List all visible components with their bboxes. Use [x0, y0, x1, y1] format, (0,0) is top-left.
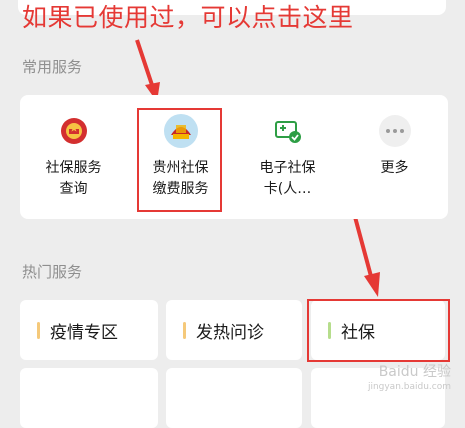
more-icon	[377, 113, 413, 149]
hot-service-label: 疫情专区	[50, 322, 118, 343]
service-more[interactable]: 更多	[341, 95, 448, 219]
hot-services-title: 热门服务	[22, 263, 83, 281]
accent-bar	[37, 321, 40, 339]
next-row-card	[166, 368, 302, 428]
hot-service-epidemic[interactable]: 疫情专区	[20, 300, 158, 360]
hot-service-label: 发热问诊	[196, 322, 264, 343]
hot-service-fever-consult[interactable]: 发热问诊	[166, 300, 302, 360]
hot-service-social-security[interactable]: 社保	[311, 300, 445, 360]
watermark-url: jingyan.baidu.com	[367, 382, 451, 392]
service-label: 电子社保 卡(人…	[259, 160, 316, 197]
service-social-security-query[interactable]: 社保服务 查询	[20, 95, 127, 219]
common-services-title: 常用服务	[22, 58, 83, 76]
guizhou-social-security-logo-icon	[163, 113, 199, 149]
national-emblem-icon	[56, 113, 92, 149]
service-label: 更多	[380, 160, 409, 176]
service-label: 贵州社保 缴费服务	[152, 160, 209, 197]
baidu-watermark: Baidu 经验 jingyan.baidu.com	[368, 365, 451, 395]
service-electronic-social-security-card[interactable]: 电子社保 卡(人…	[234, 95, 341, 219]
next-row-card	[20, 368, 158, 428]
service-guizhou-social-security-payment[interactable]: 贵州社保 缴费服务	[127, 95, 234, 219]
social-security-card-icon	[270, 113, 306, 149]
common-services-card: 社保服务 查询 贵州社保 缴费服务 电子社保 卡(人… 更多	[20, 95, 448, 219]
service-label: 社保服务 查询	[45, 160, 102, 197]
watermark-brand: Baidu 经验	[378, 364, 451, 380]
accent-bar	[328, 321, 331, 339]
accent-bar	[183, 321, 186, 339]
annotation-text: 如果已使用过，可以点击这里	[22, 3, 354, 32]
hot-service-label: 社保	[341, 322, 375, 343]
